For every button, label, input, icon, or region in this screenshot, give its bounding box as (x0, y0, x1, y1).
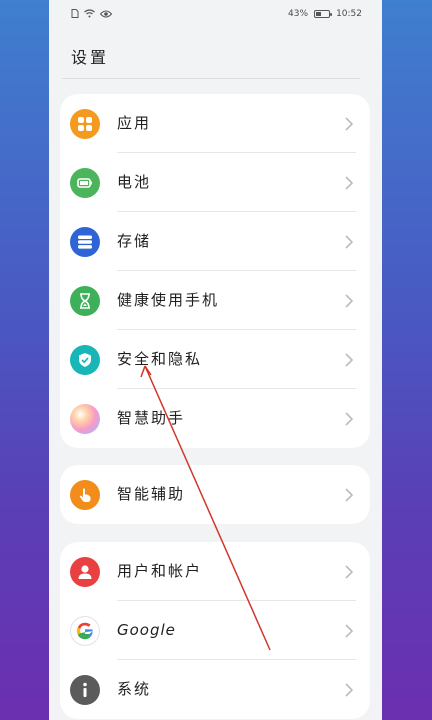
settings-group-2: 智能辅助 (60, 465, 370, 524)
chevron-right-icon (342, 487, 356, 502)
hourglass-icon (70, 286, 100, 316)
title-divider (62, 78, 360, 79)
chevron-right-icon (342, 234, 356, 249)
settings-item-accessibility[interactable]: 智能辅助 (60, 465, 370, 524)
settings-item-smart-assistant[interactable]: 智慧助手 (60, 389, 370, 448)
settings-item-label: 安全和隐私 (117, 350, 203, 368)
sim-icon (71, 9, 79, 21)
settings-item-storage[interactable]: 存储 (60, 212, 370, 271)
eye-icon (99, 10, 113, 21)
settings-screen: 43% 10:52 设置 应用 电池 存储 健康使用手机 安全和隐私 智慧助手 … (49, 0, 382, 720)
settings-item-label: 用户和帐户 (117, 562, 203, 580)
google-icon (70, 616, 100, 646)
settings-item-label: 智能辅助 (117, 485, 186, 503)
wifi-icon (84, 9, 95, 21)
hand-pointer-icon (70, 480, 100, 510)
chevron-right-icon (342, 116, 356, 131)
battery-icon (70, 168, 100, 198)
settings-group-1: 应用 电池 存储 健康使用手机 安全和隐私 智慧助手 (60, 94, 370, 448)
settings-group-3: 用户和帐户 Google 系统 (60, 542, 370, 719)
chevron-right-icon (342, 623, 356, 638)
battery-level-icon (314, 10, 333, 18)
clock: 10:52 (336, 9, 362, 19)
chevron-right-icon (342, 175, 356, 190)
chevron-right-icon (342, 682, 356, 697)
user-icon (70, 557, 100, 587)
chevron-right-icon (342, 352, 356, 367)
settings-item-label: 应用 (117, 114, 152, 132)
settings-item-label: 存储 (117, 232, 152, 250)
settings-item-system[interactable]: 系统 (60, 660, 370, 719)
settings-item-label: 智慧助手 (117, 409, 186, 427)
chevron-right-icon (342, 293, 356, 308)
settings-item-battery[interactable]: 电池 (60, 153, 370, 212)
status-icons-right: 43% 10:52 (288, 9, 362, 19)
chevron-right-icon (342, 564, 356, 579)
settings-item-users-accounts[interactable]: 用户和帐户 (60, 542, 370, 601)
assistant-orb-icon (70, 404, 100, 434)
battery-percent: 43% (288, 9, 309, 19)
settings-item-label: 电池 (117, 173, 152, 191)
page-title: 设置 (71, 48, 110, 67)
settings-item-label: 健康使用手机 (117, 291, 220, 309)
shield-icon (70, 345, 100, 375)
settings-item-label: Google (117, 621, 176, 639)
settings-item-label: 系统 (117, 680, 152, 698)
settings-item-apps[interactable]: 应用 (60, 94, 370, 153)
status-bar: 43% 10:52 (49, 0, 382, 28)
apps-icon (70, 109, 100, 139)
status-icons-left (71, 9, 113, 21)
settings-item-security-privacy[interactable]: 安全和隐私 (60, 330, 370, 389)
settings-item-digital-balance[interactable]: 健康使用手机 (60, 271, 370, 330)
chevron-right-icon (342, 411, 356, 426)
storage-icon (70, 227, 100, 257)
settings-item-google[interactable]: Google (60, 601, 370, 660)
info-icon (70, 675, 100, 705)
